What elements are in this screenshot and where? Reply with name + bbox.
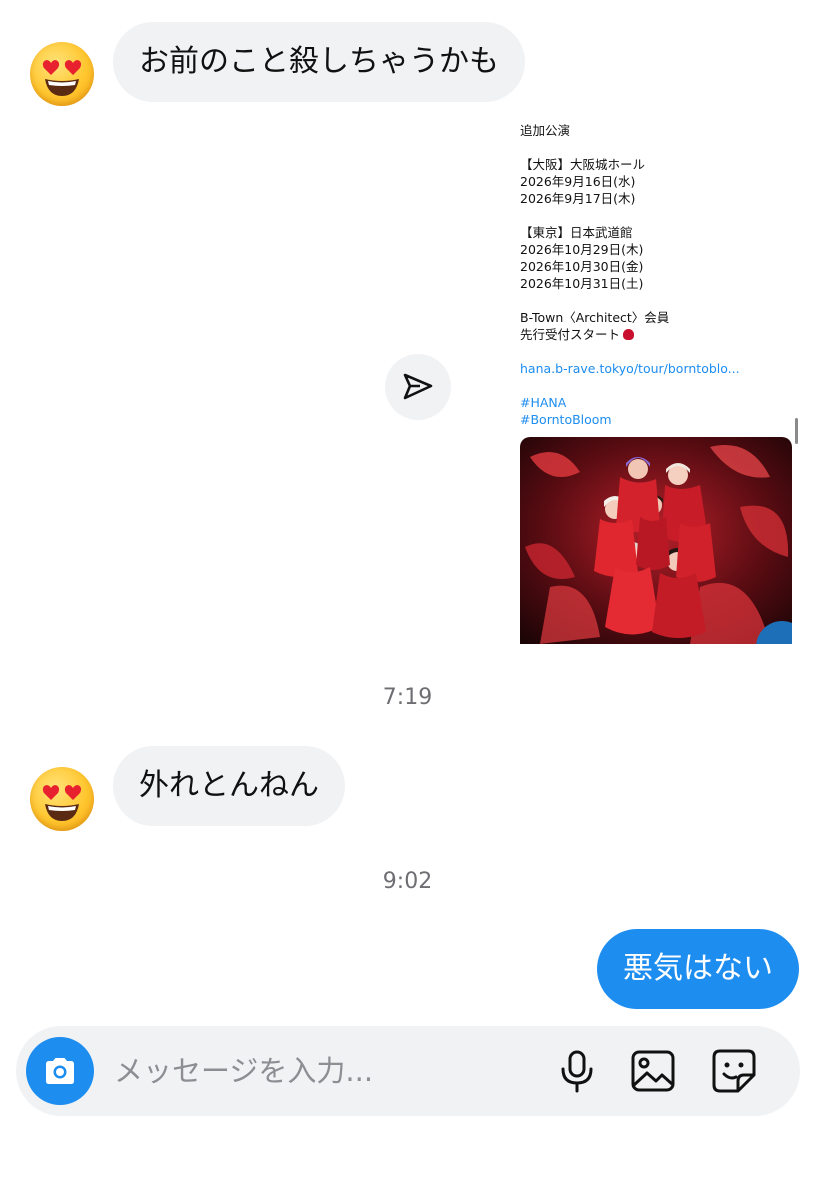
rose-icon: [623, 329, 635, 340]
post-line: [520, 377, 792, 394]
message-bubble[interactable]: 外れとんねん: [113, 746, 345, 826]
image-icon[interactable]: [629, 1047, 677, 1095]
message-text: お前のこと殺しちゃうかも: [139, 44, 499, 79]
post-line: 2026年10月30日(金): [520, 259, 644, 274]
microphone-icon[interactable]: [553, 1047, 601, 1095]
post-link[interactable]: hana.b-rave.tokyo/tour/borntoblo...: [520, 360, 792, 377]
post-hashtag[interactable]: #BorntoBloom: [520, 411, 792, 428]
camera-icon: [46, 1058, 74, 1084]
post-hashtag[interactable]: #HANA: [520, 394, 792, 411]
post-line: [520, 343, 792, 360]
group-photo-image: [520, 437, 792, 644]
post-image[interactable]: [520, 437, 792, 644]
message-input[interactable]: [114, 1026, 534, 1116]
post-line: B-Town〈Architect〉会員: [520, 310, 670, 325]
message-composer: [16, 1026, 800, 1116]
post-line: [520, 139, 792, 156]
share-button[interactable]: [385, 354, 451, 420]
send-icon: [403, 373, 433, 400]
sender-avatar[interactable]: [30, 42, 94, 106]
post-line: 先行受付スタート: [520, 327, 621, 342]
post-line: 2026年9月16日(水): [520, 174, 636, 189]
post-line: 【大阪】大阪城ホール: [520, 157, 646, 172]
sender-avatar[interactable]: [30, 767, 94, 831]
post-line: 【東京】日本武道館: [520, 225, 633, 240]
post-line: 2026年10月31日(土): [520, 276, 644, 291]
heart-eyes-emoji-icon: [42, 60, 82, 96]
timestamp: 7:19: [382, 685, 433, 710]
scrollbar[interactable]: [795, 418, 798, 444]
message-text: 悪気はない: [623, 951, 773, 986]
post-line-with-emoji: 先行受付スタート: [520, 326, 792, 343]
sticker-icon[interactable]: [710, 1047, 758, 1095]
message-bubble[interactable]: お前のこと殺しちゃうかも: [113, 22, 525, 102]
post-line: [520, 292, 792, 309]
post-line: 追加公演: [520, 123, 571, 138]
heart-eyes-emoji-icon: [42, 785, 82, 821]
message-text: 外れとんねん: [139, 768, 319, 803]
camera-button[interactable]: [26, 1037, 94, 1105]
shared-post[interactable]: 追加公演 【大阪】大阪城ホール 2026年9月16日(水) 2026年9月17日…: [520, 122, 792, 644]
outgoing-message-bubble[interactable]: 悪気はない: [597, 929, 799, 1009]
post-line: 2026年10月29日(木): [520, 242, 644, 257]
timestamp: 9:02: [382, 869, 433, 894]
post-line: 2026年9月17日(木): [520, 191, 636, 206]
post-line: [520, 207, 792, 224]
